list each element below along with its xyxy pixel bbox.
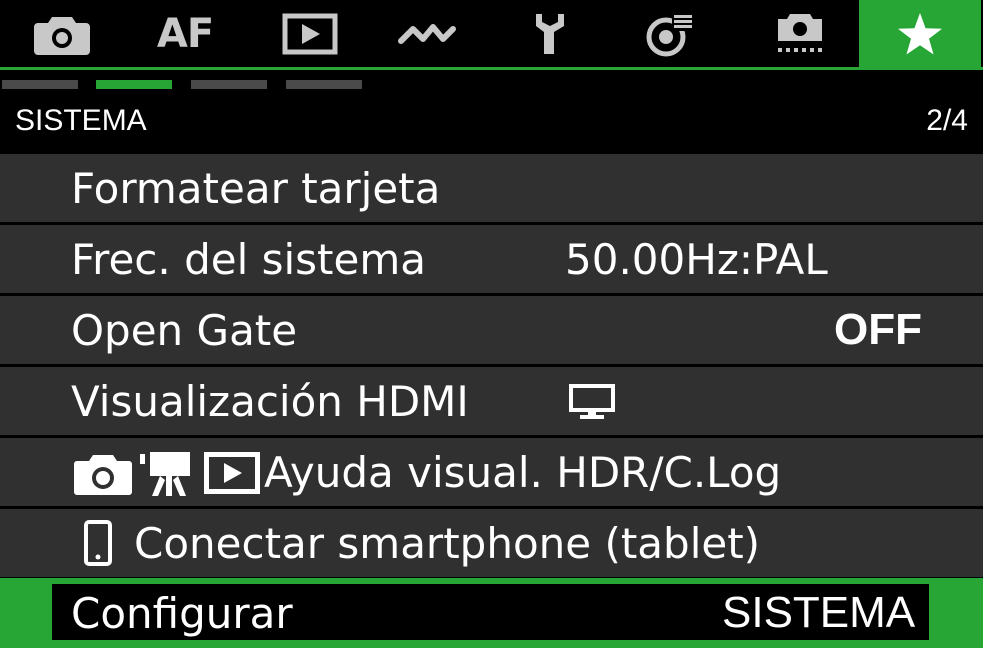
tab-wireless[interactable] xyxy=(390,0,470,67)
tab-my-menu[interactable] xyxy=(760,0,840,67)
menu-item-value: SISTEMA xyxy=(722,588,916,637)
menu-item-label: Configurar xyxy=(71,588,293,638)
menu-item-label: Visualización HDMI xyxy=(71,376,469,426)
page-indicator-2 xyxy=(96,80,172,89)
page-indicator-4 xyxy=(286,80,362,89)
tab-custom[interactable] xyxy=(630,0,710,67)
menu-item-configure-system[interactable]: Configurar SISTEMA xyxy=(0,578,983,648)
tab-playback[interactable] xyxy=(270,0,350,67)
menu-item-format-card[interactable]: Formatear tarjeta xyxy=(0,154,983,222)
star-icon xyxy=(898,12,942,54)
menu-item-connect-smartphone[interactable]: Conectar smartphone (tablet) xyxy=(0,509,983,577)
play-icon xyxy=(282,13,338,54)
menu-item-label: Frec. del sistema xyxy=(71,234,426,284)
tab-shooting[interactable] xyxy=(20,0,104,67)
menu-tab-bar: AF xyxy=(0,0,983,67)
menu-item-label: Conectar smartphone (tablet) xyxy=(134,518,761,568)
tab-af-label: AF xyxy=(156,10,214,57)
tab-af[interactable]: AF xyxy=(140,0,230,67)
menu-item-system-frequency[interactable]: Frec. del sistema 50.00Hz:PAL xyxy=(0,225,983,293)
menu-item-hdr-view-assist[interactable]: Ayuda visual. HDR/C.Log xyxy=(0,438,983,506)
page-indicator-1 xyxy=(2,80,78,89)
page-indicator-3 xyxy=(191,80,267,89)
menu-item-value: 50.00Hz:PAL xyxy=(565,234,828,284)
my-menu-icon xyxy=(778,13,822,52)
menu-item-label: Formatear tarjeta xyxy=(71,163,441,213)
wrench-icon xyxy=(536,13,564,54)
wireless-icon xyxy=(398,23,456,44)
tab-underline xyxy=(0,67,983,70)
movie-camera-icon xyxy=(140,452,190,496)
custom-functions-icon xyxy=(646,12,694,56)
section-title: SISTEMA xyxy=(15,104,147,137)
smartphone-icon xyxy=(84,520,112,566)
menu-item-label: Open Gate xyxy=(71,305,298,355)
camera-icon xyxy=(74,455,132,495)
menu-item-hdmi-display[interactable]: Visualización HDMI xyxy=(0,367,983,435)
tab-favorites[interactable] xyxy=(859,0,981,67)
menu-item-open-gate[interactable]: Open Gate OFF xyxy=(0,296,983,364)
menu-item-value: OFF xyxy=(834,305,922,354)
play-icon xyxy=(204,452,260,494)
menu-item-label: Ayuda visual. HDR/C.Log xyxy=(264,447,782,497)
camera-icon xyxy=(34,16,90,55)
monitor-icon xyxy=(569,384,615,419)
tab-setup[interactable] xyxy=(510,0,590,67)
page-number: 2/4 xyxy=(926,104,968,137)
